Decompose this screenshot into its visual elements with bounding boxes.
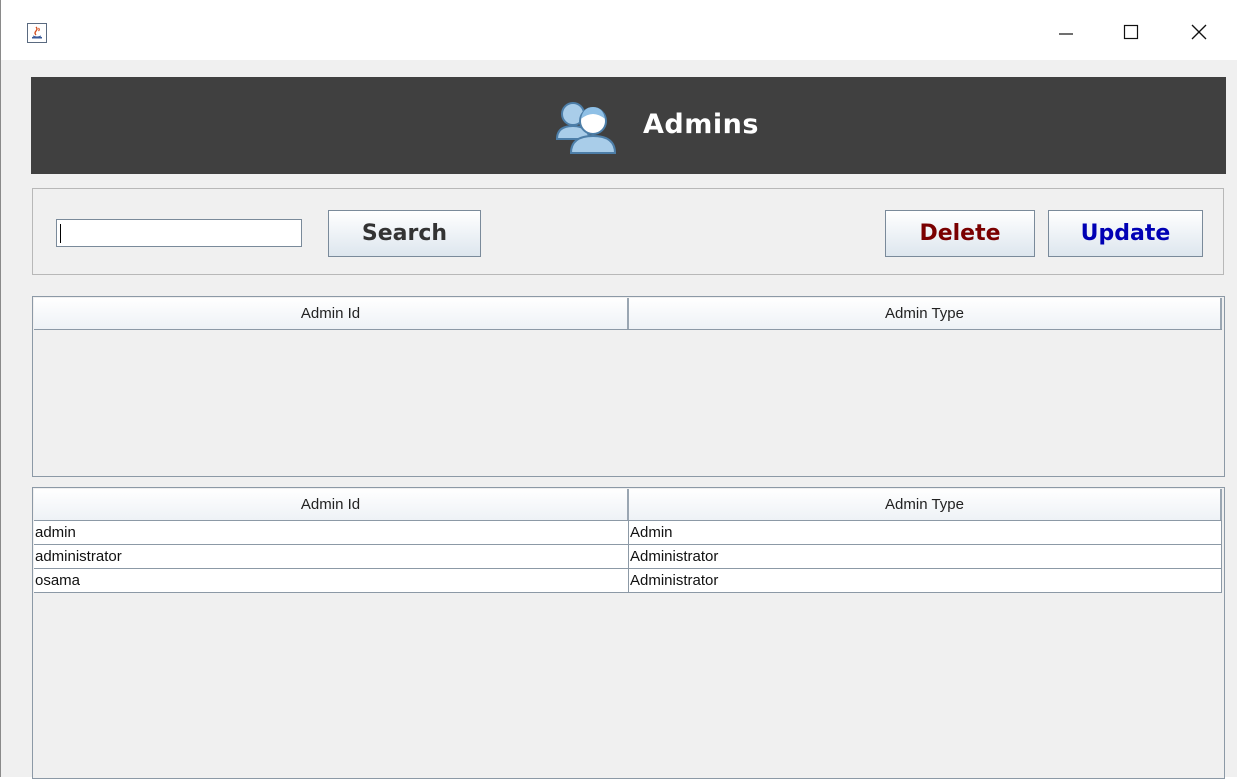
cell-admin-type[interactable]: Administrator [629,569,1222,592]
table-header: Admin Id Admin Type [34,489,1222,521]
search-input[interactable] [56,219,302,247]
page-title: Admins [643,109,759,140]
table-body: admin Admin administrator Administrator … [34,521,1222,593]
maximize-icon [1123,24,1139,40]
minimize-icon [1059,33,1073,35]
update-button[interactable]: Update [1048,210,1203,257]
table-header: Admin Id Admin Type [34,298,1222,330]
column-header-admin-id[interactable]: Admin Id [34,489,629,520]
header-banner: Admins [31,77,1226,174]
admins-window: Admins Search Delete Update Admin Id Adm… [0,0,1237,779]
text-caret [60,224,61,243]
admins-icon [555,102,617,154]
cell-admin-id[interactable]: administrator [34,545,629,568]
table-row[interactable]: osama Administrator [34,569,1222,593]
java-app-icon [27,23,47,43]
table-row[interactable]: administrator Administrator [34,545,1222,569]
title-bar [1,0,1237,60]
search-results-table[interactable]: Admin Id Admin Type [32,296,1225,477]
admins-table[interactable]: Admin Id Admin Type admin Admin administ… [32,487,1225,779]
column-header-admin-type[interactable]: Admin Type [629,489,1222,520]
cell-admin-type[interactable]: Administrator [629,545,1222,568]
search-button[interactable]: Search [328,210,481,257]
delete-button[interactable]: Delete [885,210,1035,257]
close-button[interactable] [1176,14,1222,50]
close-icon [1191,24,1207,40]
table-row[interactable]: admin Admin [34,521,1222,545]
maximize-button[interactable] [1108,14,1154,50]
minimize-button[interactable] [1043,14,1089,50]
search-toolbar: Search Delete Update [32,188,1224,275]
cell-admin-id[interactable]: admin [34,521,629,544]
column-header-admin-type[interactable]: Admin Type [629,298,1222,329]
cell-admin-type[interactable]: Admin [629,521,1222,544]
cell-admin-id[interactable]: osama [34,569,629,592]
column-header-admin-id[interactable]: Admin Id [34,298,629,329]
